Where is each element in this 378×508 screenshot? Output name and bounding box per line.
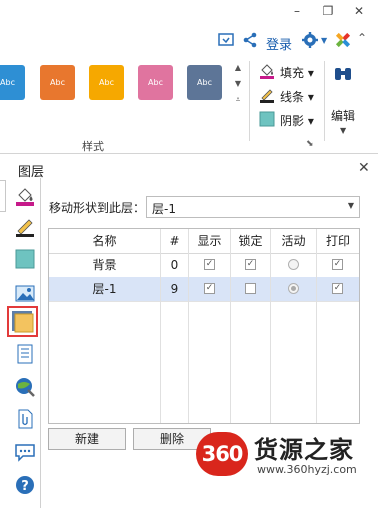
ribbon-collapse-icon[interactable]: ⌃ [357, 31, 367, 45]
visible-checkbox[interactable]: ✓ [204, 259, 215, 270]
edit-binoculars-icon[interactable] [333, 64, 353, 87]
settings-gear-icon[interactable] [300, 31, 320, 51]
panel-close-icon[interactable]: ✕ [358, 160, 370, 176]
watermark-logo: 360 [196, 432, 248, 476]
comment-icon[interactable] [14, 441, 40, 467]
active-radio[interactable] [288, 259, 299, 270]
close-window-button[interactable]: ✕ [344, 0, 374, 22]
col-header-active: 活动 [271, 229, 317, 253]
line-label: 线条 [280, 90, 305, 104]
svg-text:?: ? [21, 479, 29, 494]
watermark-url: www.360hyzj.com [257, 463, 357, 476]
column-divider [316, 301, 317, 423]
layer-name[interactable]: 背景 [49, 253, 161, 277]
format-dialog-launcher-icon[interactable]: ⬊ [306, 139, 314, 149]
column-divider [188, 301, 189, 423]
shadow-label: 阴影 [280, 114, 305, 128]
edit-label[interactable]: 编辑 [331, 107, 355, 124]
fill-bucket-icon [259, 63, 275, 79]
col-header-lock: 锁定 [231, 229, 271, 253]
properties-list-icon[interactable] [14, 343, 40, 369]
gallery-more-icon[interactable]: ⩡ [233, 95, 243, 107]
table-header: 名称 # 显示 锁定 活动 打印 [49, 229, 359, 254]
styles-group-label: 样式 [82, 140, 104, 153]
col-header-name: 名称 [49, 229, 161, 253]
settings-dropdown-arrow[interactable]: ▼ [321, 36, 327, 45]
style-swatch-1[interactable]: Abc [0, 65, 25, 100]
ribbon-separator-2 [324, 61, 325, 141]
style-swatch-4[interactable]: Abc [138, 65, 173, 100]
visible-checkbox[interactable]: ✓ [204, 283, 215, 294]
style-swatch-2[interactable]: Abc [40, 65, 75, 100]
shadow-square-icon [259, 111, 275, 127]
active-radio[interactable] [288, 283, 299, 294]
layer-name[interactable]: 层-1 [49, 277, 161, 301]
col-header-print: 打印 [325, 234, 350, 248]
print-checkbox[interactable]: ✓ [332, 259, 343, 270]
column-divider [230, 301, 231, 423]
new-layer-button[interactable]: 新建 [48, 428, 126, 450]
edit-dropdown-arrow[interactable]: ▼ [340, 126, 346, 135]
shadow-panel-icon[interactable] [14, 248, 40, 274]
move-to-layer-label: 移动形状到此层： [49, 201, 146, 215]
left-toolbar-border [40, 178, 41, 508]
table-row[interactable]: 背景 0 ✓ ✓ ✓ [49, 253, 359, 278]
login-link[interactable]: 登录 [266, 34, 292, 53]
panel-title: 图层 [18, 165, 45, 180]
layers-panel-tab[interactable] [7, 306, 38, 337]
watermark-title: 货源之家 [254, 436, 354, 464]
left-toolbar-scroll-indicator [0, 180, 6, 212]
print-checkbox[interactable]: ✓ [332, 283, 343, 294]
hyperlink-globe-icon[interactable] [14, 376, 40, 402]
lock-checkbox[interactable] [245, 283, 256, 294]
style-swatch-5[interactable]: Abc [187, 65, 222, 100]
lock-checkbox[interactable]: ✓ [245, 259, 256, 270]
move-to-layer-value: 层-1 [152, 202, 176, 216]
ribbon-separator [249, 61, 250, 141]
move-to-layer-select[interactable]: 层-1 ▼ [146, 196, 360, 218]
image-panel-icon[interactable] [14, 282, 40, 308]
ribbon: Abc Abc Abc Abc Abc ▲ ▼ ⩡ 填充 ▾ 线条 ▾ 阴影 ▾… [0, 55, 378, 154]
layer-number: 0 [161, 253, 189, 277]
app-logo-icon[interactable] [333, 31, 353, 51]
col-header-visible: 显示 [189, 229, 231, 253]
line-pen-icon [259, 87, 275, 103]
restore-button[interactable]: ❐ [313, 0, 343, 22]
select-caret-icon: ▼ [347, 201, 354, 210]
fill-label: 填充 [280, 66, 305, 80]
table-row[interactable]: 层-1 9 ✓ ✓ [49, 277, 359, 302]
line-panel-icon[interactable] [14, 216, 40, 242]
fill-panel-icon[interactable] [14, 185, 40, 211]
layers-icon [12, 311, 34, 333]
share-icon[interactable] [240, 31, 260, 51]
gallery-down-icon[interactable]: ▼ [233, 79, 243, 91]
share-screen-icon[interactable] [216, 31, 236, 51]
layer-number: 9 [161, 277, 189, 301]
layer-table: 名称 # 显示 锁定 活动 打印 背景 0 ✓ ✓ ✓ 层-1 9 ✓ ✓ [48, 228, 360, 424]
column-divider [160, 301, 161, 423]
column-divider [270, 301, 271, 423]
style-swatch-3[interactable]: Abc [89, 65, 124, 100]
attachment-icon[interactable] [14, 408, 40, 434]
minimize-button[interactable]: – [282, 0, 312, 22]
gallery-up-icon[interactable]: ▲ [233, 63, 243, 75]
col-header-number: # [161, 229, 189, 253]
help-icon[interactable]: ? [14, 474, 40, 500]
